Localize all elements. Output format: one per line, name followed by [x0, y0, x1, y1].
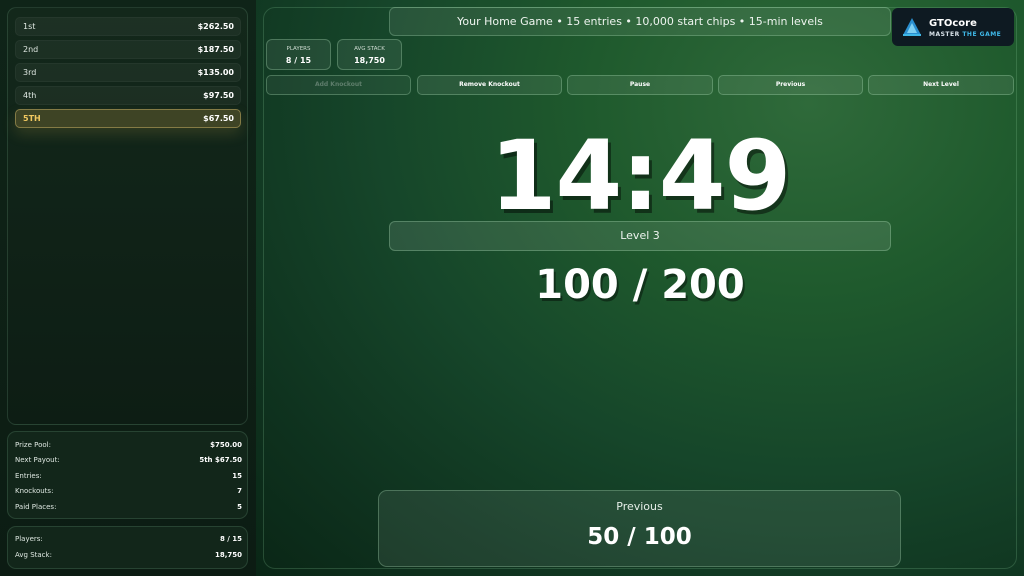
- logo-name: GTOcore: [929, 18, 977, 29]
- player-stats: Players: 8 / 15 Avg Stack: 18,750: [7, 526, 248, 569]
- tournament-title: Your Home Game • 15 entries • 10,000 sta…: [389, 7, 891, 36]
- stat-label: Avg Stack:: [15, 551, 52, 559]
- payout-row-next: 5TH $67.50: [15, 109, 241, 128]
- avg-stack-card-label: AVG STACK: [354, 46, 385, 52]
- payout-amount: $187.50: [197, 45, 234, 54]
- previous-level-blinds: 50 / 100: [587, 524, 692, 550]
- payout-place: 3rd: [23, 68, 37, 77]
- stat-paid-places: Paid Places: 5: [15, 502, 242, 514]
- stat-label: Entries:: [15, 472, 42, 480]
- pause-button[interactable]: Pause: [567, 75, 713, 95]
- payout-amount: $135.00: [197, 68, 234, 77]
- tournament-stats: Prize Pool: $750.00 Next Payout: 5th $67…: [7, 431, 248, 519]
- payout-row: 3rd $135.00: [15, 63, 241, 82]
- current-level: Level 3: [389, 221, 891, 251]
- stat-players: Players: 8 / 15: [15, 534, 242, 546]
- level-timer: 14:49: [489, 120, 792, 232]
- payout-row: 1st $262.50: [15, 17, 241, 36]
- stat-value: 5: [237, 503, 242, 511]
- payout-place: 4th: [23, 91, 37, 100]
- payout-row: 4th $97.50: [15, 86, 241, 105]
- avg-stack-card: AVG STACK 18,750: [337, 39, 402, 70]
- payout-place: 5TH: [23, 114, 41, 123]
- stat-label: Players:: [15, 535, 43, 543]
- stat-value: 15: [232, 472, 242, 480]
- stat-avg-stack: Avg Stack: 18,750: [15, 550, 242, 562]
- logo-icon: [903, 18, 921, 36]
- payout-list: 1st $262.50 2nd $187.50 3rd $135.00 4th …: [7, 7, 248, 425]
- gtocore-logo: GTOcore MASTER THE GAME: [892, 8, 1014, 46]
- payout-row: 2nd $187.50: [15, 40, 241, 59]
- stat-label: Knockouts:: [15, 487, 54, 495]
- stat-next-payout: Next Payout: 5th $67.50: [15, 455, 242, 467]
- previous-level-card: Previous 50 / 100: [378, 490, 901, 567]
- stat-value: 5th $67.50: [199, 456, 242, 464]
- players-card-label: PLAYERS: [286, 46, 311, 52]
- previous-level-label: Previous: [616, 500, 663, 513]
- add-knockout-button[interactable]: Add Knockout: [266, 75, 411, 95]
- previous-level-button[interactable]: Previous: [718, 75, 863, 95]
- stat-value: 8 / 15: [219, 535, 242, 543]
- payout-amount: $97.50: [203, 91, 234, 100]
- payout-place: 1st: [23, 22, 36, 31]
- logo-tagline: MASTER THE GAME: [929, 31, 1002, 38]
- left-sidebar: 1st $262.50 2nd $187.50 3rd $135.00 4th …: [0, 0, 256, 576]
- stat-value: $750.00: [210, 441, 242, 449]
- avg-stack-card-value: 18,750: [354, 56, 385, 65]
- remove-knockout-button[interactable]: Remove Knockout: [417, 75, 562, 95]
- stat-knockouts: Knockouts: 7: [15, 486, 242, 498]
- payout-amount: $262.50: [197, 22, 234, 31]
- stat-label: Prize Pool:: [15, 441, 51, 449]
- stat-label: Next Payout:: [15, 456, 60, 464]
- stat-label: Paid Places:: [15, 503, 57, 511]
- payout-amount: $67.50: [203, 114, 234, 123]
- stat-prize-pool: Prize Pool: $750.00: [15, 440, 242, 452]
- payout-place: 2nd: [23, 45, 39, 54]
- players-card: PLAYERS 8 / 15: [266, 39, 331, 70]
- next-level-button[interactable]: Next Level: [868, 75, 1014, 95]
- stat-entries: Entries: 15: [15, 471, 242, 483]
- players-card-value: 8 / 15: [285, 56, 312, 65]
- stat-value: 7: [237, 487, 242, 495]
- stat-value: 18,750: [214, 551, 242, 559]
- current-blinds: 100 / 200: [535, 262, 745, 308]
- clock-main: Your Home Game • 15 entries • 10,000 sta…: [256, 0, 1024, 576]
